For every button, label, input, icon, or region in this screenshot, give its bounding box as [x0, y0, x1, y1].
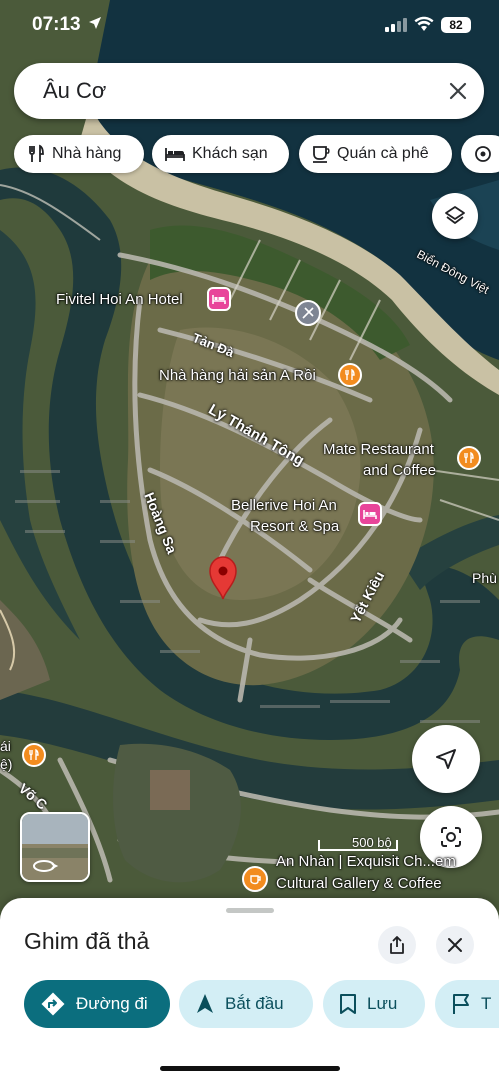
close-icon[interactable]	[446, 79, 470, 103]
fork-knife-icon	[345, 369, 355, 380]
place-label-mate-1[interactable]: Mate Restaurant	[323, 441, 434, 458]
edge-place-label: ái ệ)	[0, 738, 13, 772]
close-icon	[448, 938, 462, 952]
my-location-button[interactable]	[412, 725, 480, 793]
fork-knife-icon	[464, 452, 474, 463]
bookmark-icon	[340, 994, 356, 1014]
street-view-image	[22, 814, 88, 880]
dropped-pin-icon[interactable]	[206, 555, 240, 601]
status-bar: 07:13 82	[0, 0, 499, 54]
restaurant-pin[interactable]	[22, 743, 46, 767]
status-time: 07:13	[32, 14, 81, 35]
place-label-bellerive-1[interactable]: Bellerive Hoi An	[231, 497, 337, 514]
chip-restaurants[interactable]: Nhà hàng	[14, 135, 144, 173]
battery-indicator: 82	[441, 17, 471, 33]
action-label: Đường đi	[76, 994, 148, 1013]
search-query[interactable]: Âu Cơ	[43, 78, 106, 104]
scale-label: 500 bộ	[352, 835, 392, 850]
chip-more[interactable]	[461, 135, 499, 173]
place-label-bellerive-2[interactable]: Resort & Spa	[250, 518, 339, 535]
home-indicator	[160, 1066, 340, 1071]
coffee-cup-icon	[313, 146, 330, 163]
cafe-pin[interactable]	[242, 866, 268, 892]
directions-button[interactable]: Đường đi	[24, 980, 170, 1028]
share-icon	[390, 936, 404, 954]
place-label-nha-hang-a-roi[interactable]: Nhà hàng hải sản A Rồi	[159, 367, 316, 384]
sheet-drag-handle[interactable]	[226, 908, 274, 913]
place-label-fivitel[interactable]: Fivitel Hoi An Hotel	[56, 291, 183, 308]
start-button[interactable]: Bắt đầu	[179, 980, 313, 1028]
cellular-signal-icon	[385, 18, 407, 32]
bed-icon	[165, 148, 185, 161]
bed-icon	[212, 295, 226, 304]
chip-hotels[interactable]: Khách sạn	[152, 135, 289, 173]
restaurant-pin[interactable]	[457, 446, 481, 470]
navigation-arrow-icon	[436, 749, 456, 769]
place-label-mate-2[interactable]: and Coffee	[363, 462, 436, 479]
sheet-title: Ghim đã thả	[24, 928, 150, 954]
attractions-icon	[475, 146, 491, 162]
close-sheet-button[interactable]	[436, 926, 474, 964]
directions-icon	[41, 992, 65, 1016]
fork-knife-icon	[29, 749, 39, 760]
place-label-phu: Phù	[472, 570, 497, 586]
navigation-arrow-icon	[197, 994, 213, 1013]
attraction-pin[interactable]	[295, 300, 321, 326]
coffee-cup-icon	[249, 874, 261, 884]
action-label: T	[481, 994, 492, 1013]
hotel-pin[interactable]	[358, 502, 382, 526]
landmark-icon	[302, 307, 314, 319]
restaurant-pin[interactable]	[338, 363, 362, 387]
chip-cafes[interactable]: Quán cà phê	[299, 135, 452, 173]
search-bar[interactable]: Âu Cơ	[14, 63, 484, 119]
location-arrow-icon	[89, 17, 101, 29]
layers-button[interactable]	[432, 193, 478, 239]
share-button[interactable]	[378, 926, 416, 964]
wifi-icon	[414, 16, 434, 31]
label-button[interactable]: T	[435, 980, 499, 1028]
street-view-thumbnail[interactable]	[20, 812, 90, 882]
action-label: Lưu	[367, 994, 398, 1013]
place-bottom-sheet[interactable]: Ghim đã thả Đường đi Bắt đầu Lưu T	[0, 898, 499, 1080]
bed-icon	[363, 510, 377, 519]
fork-knife-icon	[29, 144, 44, 162]
place-label-an-nhan-2[interactable]: Cultural Gallery & Coffee	[276, 875, 442, 892]
chip-label: Khách sạn	[192, 145, 268, 162]
hotel-pin[interactable]	[207, 287, 231, 311]
flag-icon	[453, 994, 469, 1014]
save-button[interactable]: Lưu	[323, 980, 425, 1028]
chip-label: Quán cà phê	[337, 145, 429, 162]
place-label-an-nhan-1[interactable]: An Nhàn | Exquisit Ch...em	[276, 853, 456, 870]
action-label: Bắt đầu	[225, 994, 284, 1013]
layers-icon	[445, 206, 465, 224]
camera-lens-icon	[441, 827, 461, 847]
chip-label: Nhà hàng	[52, 145, 122, 162]
